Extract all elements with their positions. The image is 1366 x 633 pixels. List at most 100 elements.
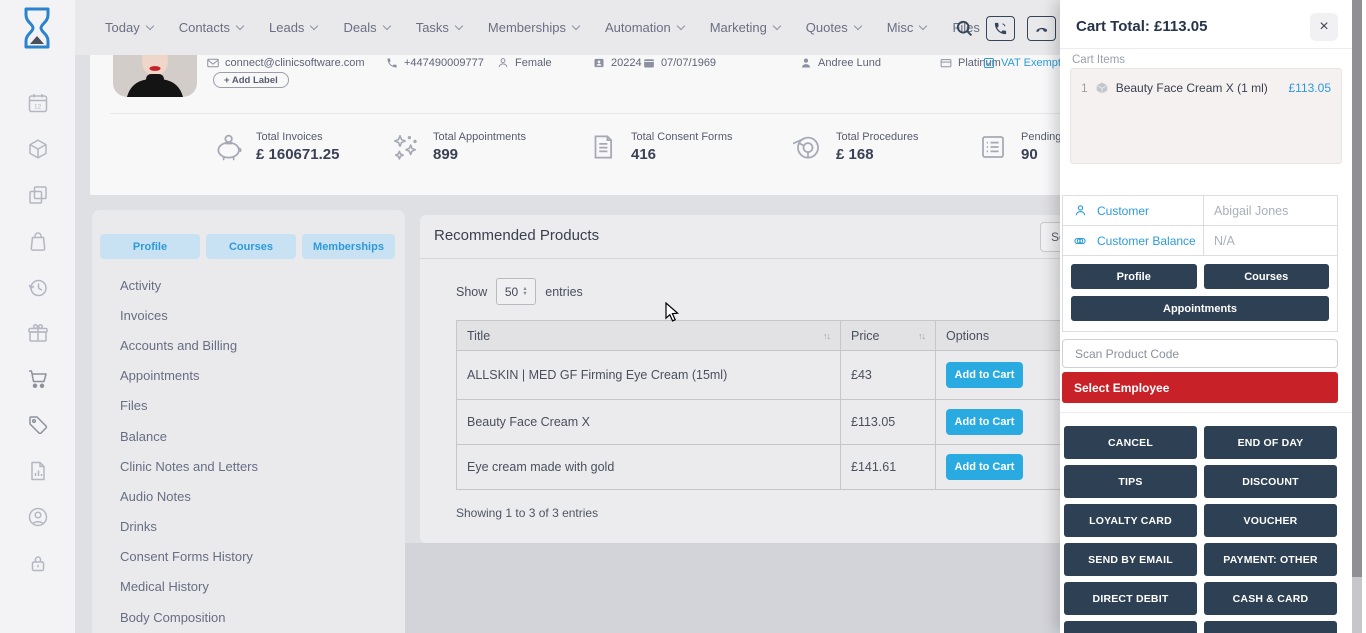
cart-action-button-partial[interactable] [1064, 621, 1197, 633]
nav-marketing[interactable]: Marketing [710, 20, 780, 35]
menu-item-medical-history[interactable]: Medical History [92, 572, 405, 602]
add-to-cart-button[interactable]: Add to Cart [946, 454, 1023, 480]
show-label: Show [456, 285, 487, 299]
cart-actions-grid: CANCEL END OF DAY TIPS DISCOUNT LOYALTY … [1064, 426, 1337, 633]
add-label-button[interactable]: + Add Label [213, 72, 289, 88]
tag-icon[interactable] [26, 413, 50, 437]
calendar-icon[interactable]: 12 [26, 91, 50, 115]
phone-down-icon [1034, 21, 1050, 37]
product-price: £141.61 [841, 445, 936, 489]
menu-item-clinic-notes[interactable]: Clinic Notes and Letters [92, 451, 405, 481]
add-to-cart-button[interactable]: Add to Cart [946, 409, 1023, 435]
menu-item-audio-notes[interactable]: Audio Notes [92, 481, 405, 511]
sort-icon[interactable]: ↑↓ [823, 331, 830, 341]
send-by-email-button[interactable]: SEND BY EMAIL [1064, 543, 1197, 576]
sparkles-icon [390, 132, 420, 162]
phone-icon [386, 57, 398, 69]
customer-value[interactable]: Abigail Jones [1203, 196, 1337, 225]
add-to-cart-button[interactable]: Add to Cart [946, 362, 1023, 388]
tab-profile[interactable]: Profile [100, 234, 200, 259]
menu-item-accounts-and-billing[interactable]: Accounts and Billing [92, 330, 405, 360]
call-button[interactable] [986, 16, 1015, 41]
window-scrollbar[interactable] [1352, 0, 1362, 633]
end-of-day-button[interactable]: END OF DAY [1204, 426, 1337, 459]
stat-label: Total Invoices [256, 131, 339, 143]
card-icon [940, 57, 952, 69]
close-icon[interactable]: × [1310, 13, 1338, 41]
customer-email: connect@clinicsoftware.com [207, 57, 365, 69]
customer-phone: +447490009777 [386, 57, 484, 69]
stat-total-procedures: Total Procedures£ 168 [793, 131, 919, 163]
menu-item-balance[interactable]: Balance [92, 421, 405, 451]
page-size-select[interactable]: 50 ▲▼ [496, 278, 536, 305]
scan-product-code-input[interactable] [1062, 339, 1338, 368]
hangup-button[interactable] [1027, 16, 1056, 41]
cancel-button[interactable]: CANCEL [1064, 426, 1197, 459]
stat-value: 899 [433, 146, 526, 163]
cart-appointments-button[interactable]: Appointments [1071, 296, 1329, 321]
envelope-icon [207, 57, 219, 69]
customer-row[interactable]: Customer Abigail Jones [1063, 196, 1337, 226]
search-icon[interactable] [955, 19, 974, 38]
product-box-icon [1095, 81, 1109, 95]
panel-title: Recommended Products [434, 227, 599, 244]
stat-pending: Pending90 [978, 131, 1061, 163]
customer-gender: Female [497, 57, 552, 69]
menu-item-invoices[interactable]: Invoices [92, 300, 405, 330]
nav-leads[interactable]: Leads [269, 20, 317, 35]
payment-other-button[interactable]: PAYMENT: OTHER [1204, 543, 1337, 576]
customer-dob: 07/07/1969 [643, 57, 716, 69]
nav-quotes[interactable]: Quotes [806, 20, 861, 35]
app-logo[interactable] [17, 6, 57, 50]
voucher-button[interactable]: VOUCHER [1204, 504, 1337, 537]
nav-memberships[interactable]: Memberships [488, 20, 579, 35]
tab-courses[interactable]: Courses [206, 234, 296, 259]
tips-button[interactable]: TIPS [1064, 465, 1197, 498]
account-icon[interactable] [26, 505, 50, 529]
cart-icon[interactable] [26, 367, 50, 391]
cart-courses-button[interactable]: Courses [1204, 264, 1330, 289]
column-title[interactable]: Title↑↓ [457, 321, 841, 350]
cash-and-card-button[interactable]: CASH & CARD [1204, 582, 1337, 615]
page-background [405, 543, 1060, 633]
cart-profile-button[interactable]: Profile [1071, 264, 1197, 289]
cart-action-button-partial[interactable] [1204, 621, 1337, 633]
shopping-bag-icon[interactable] [26, 229, 50, 253]
nav-contacts[interactable]: Contacts [179, 20, 243, 35]
sort-icon[interactable]: ↑↓ [918, 331, 925, 341]
direct-debit-button[interactable]: DIRECT DEBIT [1064, 582, 1197, 615]
cart-item[interactable]: 1 Beauty Face Cream X (1 ml) £113.05 [1071, 69, 1341, 95]
cart-total: Cart Total: £113.05 [1076, 18, 1207, 35]
discount-button[interactable]: DISCOUNT [1204, 465, 1337, 498]
nav-deals[interactable]: Deals [343, 20, 389, 35]
column-price[interactable]: Price↑↓ [841, 321, 936, 350]
nav-tasks[interactable]: Tasks [416, 20, 462, 35]
window-edge [1362, 0, 1366, 633]
document-icon [588, 132, 618, 162]
menu-item-drinks[interactable]: Drinks [92, 512, 405, 542]
lock-icon[interactable] [26, 551, 50, 575]
history-icon[interactable] [26, 275, 50, 299]
scrollbar-thumb[interactable] [1352, 0, 1362, 577]
cube-icon[interactable] [26, 137, 50, 161]
menu-item-consent-forms-history[interactable]: Consent Forms History [92, 542, 405, 572]
customer-balance-row[interactable]: Customer Balance N/A [1063, 226, 1337, 256]
nav-misc[interactable]: Misc [887, 20, 927, 35]
gift-icon[interactable] [26, 321, 50, 345]
stat-label: Total Procedures [836, 131, 919, 143]
menu-item-activity[interactable]: Activity [92, 270, 405, 300]
chevron-down-icon [572, 21, 580, 29]
menu-item-appointments[interactable]: Appointments [92, 361, 405, 391]
product-price: £113.05 [841, 400, 936, 444]
nav-today[interactable]: Today [105, 20, 153, 35]
menu-item-files[interactable]: Files [92, 391, 405, 421]
piggy-bank-icon [213, 132, 243, 162]
stat-value: £ 160671.25 [256, 146, 339, 163]
menu-item-body-composition[interactable]: Body Composition [92, 602, 405, 632]
nav-automation[interactable]: Automation [605, 20, 684, 35]
loyalty-card-button[interactable]: LOYALTY CARD [1064, 504, 1197, 537]
report-icon[interactable] [26, 459, 50, 483]
select-employee-button[interactable]: Select Employee [1062, 372, 1338, 403]
tab-memberships[interactable]: Memberships [302, 234, 395, 259]
copy-icon[interactable] [26, 183, 50, 207]
